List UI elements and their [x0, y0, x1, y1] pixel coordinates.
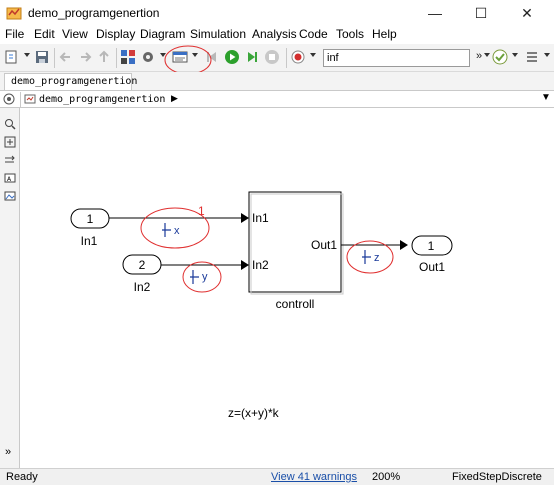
- signal-line-y-arrowhead: [241, 260, 249, 270]
- left-palette: A »: [0, 108, 20, 468]
- menu-display[interactable]: Display: [96, 27, 135, 41]
- solver-name[interactable]: FixedStepDiscrete: [452, 471, 542, 483]
- check-model-dropdown-icon[interactable]: [512, 53, 518, 57]
- maximize-button[interactable]: ☐: [458, 0, 504, 26]
- more-chevron-icon[interactable]: »: [476, 50, 482, 62]
- subsystem-port-out1: Out1: [311, 238, 337, 252]
- arrow-right-icon[interactable]: [4, 154, 16, 166]
- tab-model[interactable]: demo_programgenertion: [4, 73, 137, 90]
- model-icon: [24, 94, 36, 104]
- menu-bar: File Edit View Display Diagram Simulatio…: [0, 26, 554, 44]
- inport-in2-label: In2: [134, 280, 151, 294]
- check-model-icon[interactable]: [492, 49, 508, 65]
- run-icon[interactable]: [224, 49, 240, 65]
- annotation-number-1: 1: [198, 204, 205, 218]
- menu-tools[interactable]: Tools: [336, 27, 364, 41]
- menu-analysis[interactable]: Analysis: [252, 27, 297, 41]
- menu-diagram[interactable]: Diagram: [140, 27, 185, 41]
- signal-name-x: x: [174, 225, 180, 237]
- signal-line-x-arrowhead: [241, 213, 249, 223]
- up-level-icon[interactable]: [96, 49, 112, 65]
- subsystem-name: controll: [276, 297, 315, 311]
- more-dropdown-icon[interactable]: [484, 53, 490, 57]
- menu-file[interactable]: File: [5, 27, 24, 41]
- signal-label-y[interactable]: y: [190, 270, 208, 284]
- toolbar: inf » 2: [0, 44, 554, 86]
- subsystem-port-in1: In1: [252, 211, 269, 225]
- minimize-button[interactable]: —: [412, 0, 458, 26]
- save-icon[interactable]: [34, 49, 50, 65]
- image-annotation-icon[interactable]: [4, 190, 16, 202]
- outport-out1-label: Out1: [419, 260, 445, 274]
- expand-palette-icon[interactable]: »: [5, 446, 11, 458]
- stop-icon[interactable]: [264, 49, 280, 65]
- close-button[interactable]: ✕: [504, 0, 550, 26]
- library-browser-icon[interactable]: [120, 49, 136, 65]
- toolbar-separator: [286, 48, 287, 68]
- menu-help[interactable]: Help: [372, 27, 397, 41]
- breadcrumb-arrow-icon: ▶: [171, 93, 178, 103]
- signal-name-z: z: [374, 252, 380, 264]
- signal-line-z-arrowhead: [400, 240, 408, 250]
- text-annotation-icon[interactable]: A: [4, 172, 16, 184]
- toolbar-menu-icon[interactable]: [524, 49, 540, 65]
- toolbar-separator: [116, 48, 117, 68]
- menu-view[interactable]: View: [62, 27, 88, 41]
- signal-name-y: y: [202, 271, 208, 283]
- equation-annotation: z=(x+y)*k: [228, 406, 280, 420]
- inport-in1-number: 1: [87, 212, 94, 226]
- breadcrumb-path: demo_programgenertion: [39, 94, 166, 105]
- warnings-link[interactable]: View 41 warnings: [271, 471, 357, 483]
- window-title: demo_programgenertion: [28, 6, 160, 20]
- breadcrumb[interactable]: demo_programgenertion ▶ ▼: [20, 92, 553, 107]
- block-diagram: 1 In1 2 In2 In1 In2 Out1 controll 1 Out1…: [70, 191, 453, 420]
- back-icon[interactable]: [58, 49, 74, 65]
- model-tab-strip: demo_programgenertion: [0, 72, 554, 90]
- simulink-app-icon: [6, 7, 22, 20]
- forward-icon[interactable]: [77, 49, 93, 65]
- hide-browser-icon[interactable]: [2, 92, 16, 106]
- title-bar: demo_programgenertion — ☐ ✕: [0, 0, 554, 26]
- stop-time-input[interactable]: inf: [323, 49, 470, 67]
- zoom-level: 200%: [372, 471, 401, 483]
- breadcrumb-bar: demo_programgenertion ▶ ▼: [0, 90, 554, 108]
- status-ready: Ready: [6, 471, 38, 483]
- menu-simulation[interactable]: Simulation: [190, 27, 246, 41]
- model-canvas[interactable]: 1 In1 2 In2 In1 In2 Out1 controll 1 Out1…: [21, 108, 554, 468]
- step-forward-icon[interactable]: [244, 49, 260, 65]
- status-bar: Ready View 41 warnings 200% FixedStepDis…: [0, 468, 554, 485]
- fit-view-icon[interactable]: [4, 136, 16, 148]
- new-model-icon[interactable]: [4, 49, 20, 65]
- settings-gear-icon[interactable]: [140, 49, 156, 65]
- menu-edit[interactable]: Edit: [34, 27, 55, 41]
- subsystem-port-in2: In2: [252, 258, 269, 272]
- inport-in1-label: In1: [81, 234, 98, 248]
- toolbar-separator: [54, 48, 55, 68]
- record-dropdown-icon[interactable]: [310, 53, 316, 57]
- toolbar-menu-dropdown-icon[interactable]: [544, 53, 550, 57]
- menu-code[interactable]: Code: [299, 27, 328, 41]
- inport-in2-number: 2: [139, 258, 146, 272]
- signal-label-x[interactable]: x: [162, 223, 180, 237]
- new-model-dropdown-icon[interactable]: [24, 53, 30, 57]
- signal-label-z[interactable]: z: [362, 250, 380, 264]
- zoom-icon[interactable]: [4, 118, 16, 130]
- record-icon[interactable]: [290, 49, 306, 65]
- breadcrumb-dropdown-icon[interactable]: ▼: [541, 92, 551, 103]
- outport-out1-number: 1: [428, 239, 435, 253]
